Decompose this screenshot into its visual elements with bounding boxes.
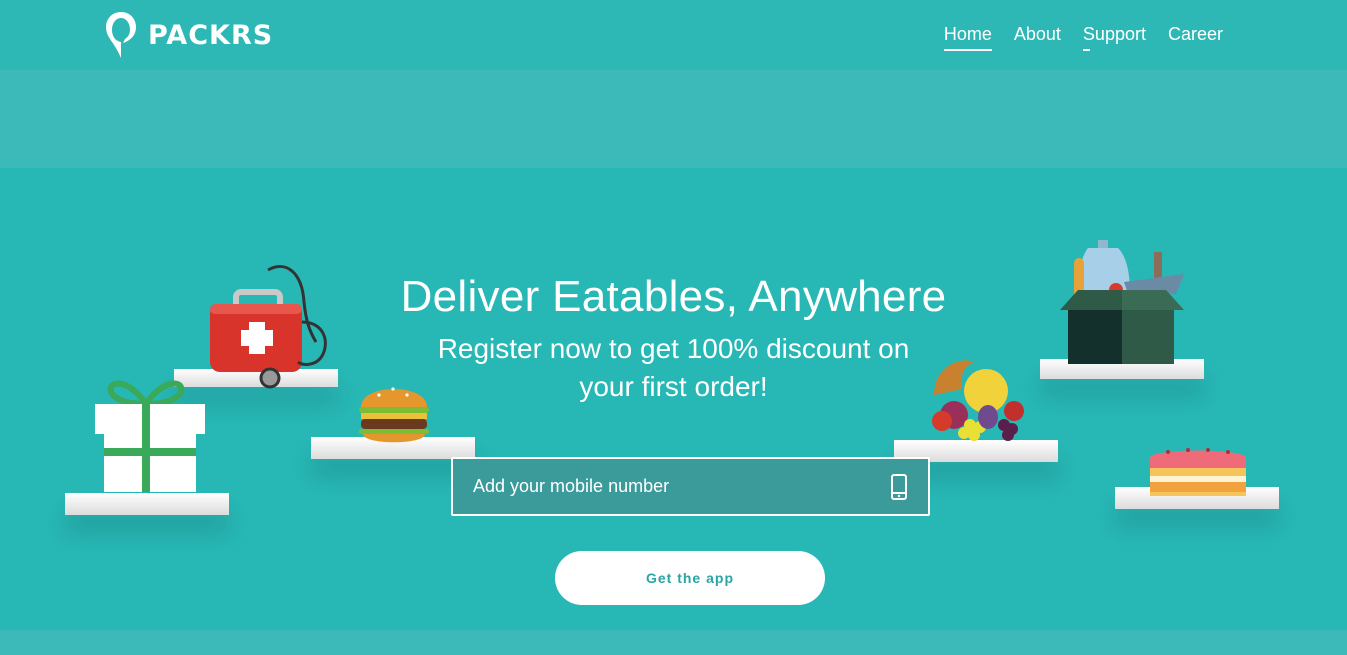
main-menu: Home About Support Career [943,24,1223,51]
cake-icon [1150,448,1246,496]
get-the-app-button[interactable]: Get the app [555,551,825,605]
shelf-gift [65,493,229,515]
hero-subtitle-line-2: your first order! [579,371,768,402]
smartphone-icon [891,473,907,500]
brand-logo[interactable]: PACKRS [104,10,273,60]
hero-bottom-band [0,630,1347,655]
nav-career[interactable]: Career [1168,24,1223,51]
nav-home[interactable]: Home [943,24,992,51]
nav-about[interactable]: About [1014,24,1061,51]
location-pin-icon [106,12,136,58]
brand-name: PACKRS [148,19,274,51]
nav-support[interactable]: Support [1082,24,1146,51]
hero-subtitle: Register now to get 100% discount on you… [0,330,1347,406]
mobile-number-input[interactable] [473,476,853,497]
mobile-number-field [451,457,930,516]
navbar: PACKRS Home About Support Career [0,0,1347,70]
hero-title: Deliver Eatables, Anywhere [400,272,947,321]
hero-subtitle-line-1: Register now to get 100% discount on [437,333,910,364]
